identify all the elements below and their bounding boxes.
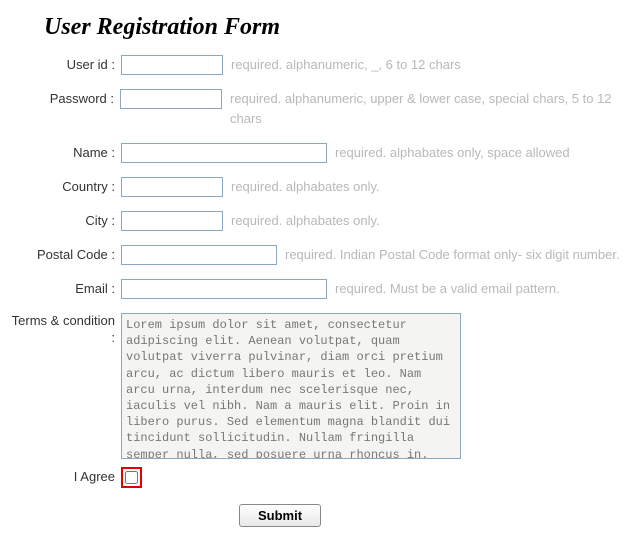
user-id-hint: required. alphanumeric, _, 6 to 12 chars	[231, 55, 461, 75]
user-id-input[interactable]	[121, 55, 223, 75]
country-label: Country :	[10, 177, 121, 197]
password-label: Password :	[10, 89, 120, 109]
country-input[interactable]	[121, 177, 223, 197]
terms-textarea[interactable]	[121, 313, 461, 459]
name-label: Name :	[10, 143, 121, 163]
user-id-label: User id :	[10, 55, 121, 75]
postal-code-hint: required. Indian Postal Code format only…	[285, 245, 620, 265]
submit-button[interactable]: Submit	[239, 504, 321, 527]
email-input[interactable]	[121, 279, 327, 299]
agree-label: I Agree	[10, 467, 121, 487]
password-input[interactable]	[120, 89, 222, 109]
city-label: City :	[10, 211, 121, 231]
password-hint: required. alphanumeric, upper & lower ca…	[230, 89, 643, 129]
name-input[interactable]	[121, 143, 327, 163]
page-title: User Registration Form	[44, 14, 643, 41]
agree-checkbox-outline	[121, 467, 142, 488]
name-hint: required. alphabates only, space allowed	[335, 143, 570, 163]
country-hint: required. alphabates only.	[231, 177, 380, 197]
postal-code-input[interactable]	[121, 245, 277, 265]
city-input[interactable]	[121, 211, 223, 231]
city-hint: required. alphabates only.	[231, 211, 380, 231]
email-hint: required. Must be a valid email pattern.	[335, 279, 560, 299]
postal-code-label: Postal Code :	[10, 245, 121, 265]
terms-label: Terms & condition :	[10, 313, 121, 347]
agree-checkbox[interactable]	[125, 471, 138, 484]
email-label: Email :	[10, 279, 121, 299]
